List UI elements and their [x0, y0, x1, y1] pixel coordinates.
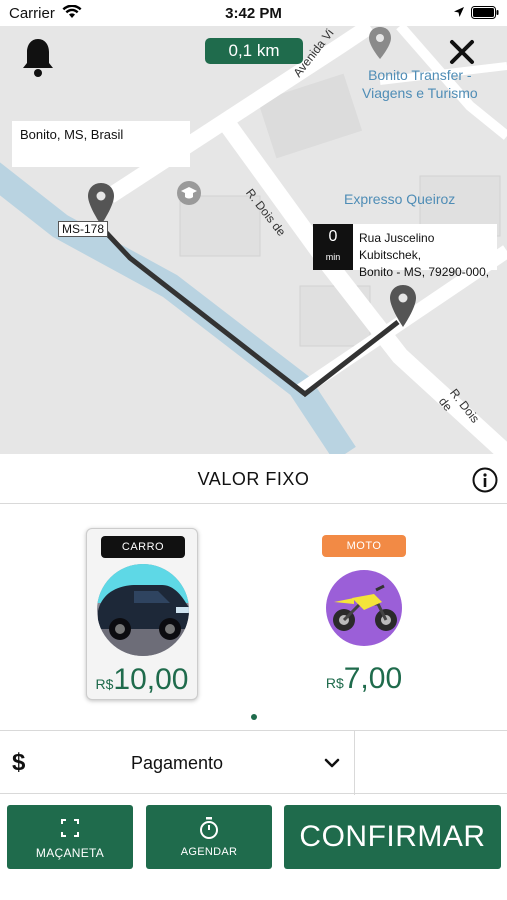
destination-pin-icon: [390, 285, 416, 327]
vehicle-option-carro[interactable]: CARRO R$10,00: [86, 528, 198, 700]
origin-callout: Bonito, MS, Brasil: [12, 121, 190, 167]
destination-callout: 0 min Rua Juscelino Kubitschek, Bonito -…: [313, 224, 497, 279]
payment-selector[interactable]: $ Pagamento: [0, 730, 507, 795]
page-indicator-dot: [251, 714, 257, 720]
road-tag: MS-178: [58, 221, 109, 237]
motorcycle-icon: [326, 570, 402, 646]
chevron-down-icon[interactable]: [324, 757, 340, 769]
poi-label-expresso-queiroz[interactable]: Expresso Queiroz: [344, 190, 455, 208]
location-arrow-icon: [454, 7, 464, 17]
car-icon: [97, 564, 189, 656]
vehicle-price: R$7,00: [325, 662, 403, 695]
origin-pin-icon: [88, 183, 114, 225]
eta-box: 0 min: [313, 224, 353, 270]
confirm-button[interactable]: CONFIRMAR: [284, 805, 501, 869]
clock: 3:42 PM: [225, 5, 282, 22]
map-view[interactable]: 0,1 km Bonito Transfer - Viagens e Turis…: [0, 26, 507, 454]
close-icon[interactable]: [448, 38, 476, 66]
vehicle-price: R$10,00: [95, 663, 189, 696]
battery-icon: [471, 6, 499, 19]
vehicle-option-moto[interactable]: MOTO R$7,00: [308, 528, 420, 700]
expand-icon: [61, 819, 79, 837]
fare-title: VALOR FIXO: [197, 469, 310, 489]
agendar-label: AGENDAR: [180, 846, 238, 858]
fare-header: VALOR FIXO: [0, 454, 507, 504]
eta-value: 0: [328, 228, 338, 245]
destination-address: Rua Juscelino Kubitschek, Bonito - MS, 7…: [359, 231, 490, 279]
stopwatch-icon: [200, 817, 218, 839]
eta-unit: min: [325, 252, 341, 262]
poi-label-bonito-transfer[interactable]: Bonito Transfer - Viagens e Turismo: [362, 66, 478, 102]
school-icon: [177, 181, 201, 205]
vehicle-selector: CARRO R$10,00 MOTO R$7,00: [0, 504, 507, 730]
macaneta-label: MAÇANETA: [35, 846, 105, 860]
distance-badge: 0,1 km: [205, 38, 303, 64]
info-icon[interactable]: [472, 467, 498, 493]
macaneta-button[interactable]: MAÇANETA: [7, 805, 133, 869]
status-bar: Carrier 3:42 PM: [0, 0, 507, 26]
poi-pin-icon: [369, 27, 391, 59]
payment-label: Pagamento: [130, 753, 224, 773]
vehicle-tag: CARRO: [101, 536, 185, 558]
agendar-button[interactable]: AGENDAR: [146, 805, 272, 869]
divider: [354, 731, 355, 795]
vehicle-tag: MOTO: [322, 535, 406, 557]
bell-icon[interactable]: [20, 36, 56, 78]
